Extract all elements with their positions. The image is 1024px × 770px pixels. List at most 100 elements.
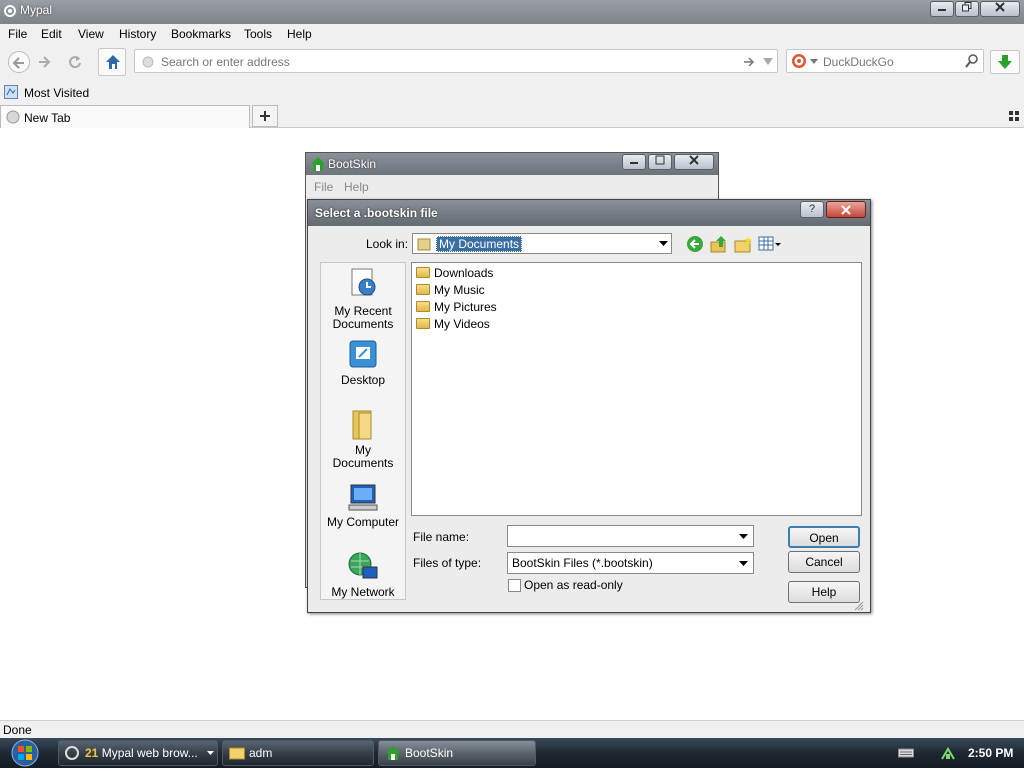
search-icon[interactable] bbox=[965, 54, 979, 68]
home-button[interactable] bbox=[98, 48, 126, 76]
resize-grip-icon[interactable] bbox=[854, 600, 864, 611]
bootskin-title-bar: BootSkin bbox=[306, 153, 718, 175]
bootskin-app-icon bbox=[386, 746, 400, 760]
bootskin-app-icon bbox=[311, 157, 325, 171]
menu-history[interactable]: History bbox=[119, 27, 156, 41]
place-my-network[interactable]: My Network bbox=[323, 551, 403, 601]
my-documents-icon bbox=[352, 410, 372, 440]
place-my-recent-documents[interactable]: My Recent Documents bbox=[323, 267, 403, 331]
list-item-my-music[interactable]: My Music bbox=[416, 282, 485, 298]
bootskin-close-button[interactable] bbox=[674, 154, 714, 170]
dialog-help-button[interactable]: ? bbox=[800, 201, 824, 218]
bootskin-title: BootSkin bbox=[328, 157, 377, 171]
close-icon bbox=[841, 205, 851, 215]
bootskin-minimize-button[interactable] bbox=[622, 154, 646, 170]
folder-icon bbox=[416, 267, 430, 278]
chevron-down-icon[interactable] bbox=[763, 58, 773, 66]
my-network-icon bbox=[348, 552, 378, 579]
pictures-folder-icon bbox=[416, 301, 430, 312]
back-button[interactable] bbox=[8, 51, 30, 73]
dialog-title: Select a .bootskin file bbox=[315, 206, 438, 220]
chevron-down-icon[interactable] bbox=[810, 59, 818, 65]
chevron-down-icon bbox=[659, 241, 668, 246]
desktop-icon bbox=[349, 340, 377, 368]
restore-button[interactable] bbox=[955, 1, 979, 17]
taskbar-item-bootskin[interactable]: BootSkin bbox=[378, 740, 536, 766]
tab-bar: New Tab bbox=[0, 104, 1024, 128]
menu-tools[interactable]: Tools bbox=[244, 27, 272, 41]
forward-button[interactable] bbox=[33, 51, 55, 73]
minimize-button[interactable] bbox=[930, 1, 954, 17]
taskbar-window-count: 21 bbox=[85, 746, 99, 760]
place-desktop[interactable]: Desktop bbox=[323, 339, 403, 389]
clock[interactable]: 2:50 PM bbox=[968, 746, 1013, 760]
most-visited-label: Most Visited bbox=[24, 86, 90, 100]
read-only-checkbox[interactable] bbox=[508, 579, 521, 592]
file-name-label: File name: bbox=[413, 530, 470, 544]
downloads-button[interactable] bbox=[990, 50, 1020, 74]
close-button[interactable] bbox=[980, 1, 1020, 17]
file-name: My Pictures bbox=[434, 300, 497, 314]
mypal-app-icon bbox=[3, 4, 17, 18]
bootskin-maximize-button[interactable] bbox=[648, 154, 672, 170]
keyboard-icon[interactable] bbox=[898, 747, 914, 759]
files-of-type-dropdown[interactable]: BootSkin Files (*.bootskin) bbox=[507, 552, 754, 574]
bootskin-menu-file[interactable]: File bbox=[314, 180, 333, 194]
file-name: My Music bbox=[434, 283, 485, 297]
list-item-downloads[interactable]: Downloads bbox=[416, 265, 493, 281]
start-button[interactable] bbox=[4, 739, 46, 767]
status-bar: Done bbox=[0, 720, 1024, 738]
up-folder-icon[interactable] bbox=[710, 235, 728, 253]
tab-label: New Tab bbox=[24, 111, 71, 125]
open-button[interactable]: Open bbox=[788, 526, 860, 548]
place-label: My Computer bbox=[326, 515, 400, 529]
search-bar[interactable]: DuckDuckGo bbox=[786, 49, 984, 73]
view-menu-icon[interactable] bbox=[758, 235, 782, 253]
tab-new-tab[interactable]: New Tab bbox=[0, 105, 250, 128]
navigation-toolbar: Search or enter address DuckDuckGo bbox=[0, 44, 1024, 82]
help-button[interactable]: Help bbox=[788, 581, 860, 603]
my-computer-icon bbox=[348, 484, 378, 511]
new-folder-icon[interactable] bbox=[734, 235, 752, 253]
folder-icon bbox=[229, 747, 245, 760]
look-in-value: My Documents bbox=[436, 236, 523, 252]
music-folder-icon bbox=[416, 284, 430, 295]
files-of-type-value: BootSkin Files (*.bootskin) bbox=[512, 556, 653, 570]
window-title: Mypal bbox=[20, 3, 53, 17]
list-item-my-pictures[interactable]: My Pictures bbox=[416, 299, 497, 315]
taskbar-item-mypal[interactable]: 21 Mypal web brow... bbox=[58, 740, 218, 766]
list-item-my-videos[interactable]: My Videos bbox=[416, 316, 490, 332]
file-list: Downloads My Music My Pictures My Videos bbox=[411, 262, 862, 516]
menu-view[interactable]: View bbox=[78, 27, 104, 41]
select-file-dialog: Select a .bootskin file ? Look in: My Do… bbox=[307, 199, 871, 613]
reload-icon[interactable] bbox=[64, 51, 86, 73]
new-tab-button[interactable] bbox=[252, 105, 278, 127]
place-label: My Documents bbox=[332, 443, 394, 470]
place-label: My Network bbox=[331, 585, 395, 599]
dialog-close-button[interactable] bbox=[826, 201, 866, 218]
home-icon bbox=[106, 55, 120, 69]
places-bar: My Recent Documents Desktop My Documents… bbox=[320, 262, 406, 600]
look-in-dropdown[interactable]: My Documents bbox=[412, 233, 672, 254]
go-arrow-icon[interactable] bbox=[743, 56, 755, 68]
taskbar-item-adm[interactable]: adm bbox=[222, 740, 374, 766]
menu-help[interactable]: Help bbox=[287, 27, 312, 41]
place-my-computer[interactable]: My Computer bbox=[323, 481, 403, 531]
menu-bookmarks[interactable]: Bookmarks bbox=[171, 27, 231, 41]
menu-file[interactable]: File bbox=[8, 27, 27, 41]
chevron-down-icon bbox=[739, 561, 748, 566]
menu-edit[interactable]: Edit bbox=[41, 27, 62, 41]
back-arrow-icon[interactable] bbox=[686, 235, 704, 253]
place-label: My Recent Documents bbox=[332, 304, 394, 331]
taskbar: 21 Mypal web brow... adm BootSkin 2:50 P… bbox=[0, 738, 1024, 768]
address-bar[interactable]: Search or enter address bbox=[134, 49, 778, 73]
cancel-button[interactable]: Cancel bbox=[788, 551, 860, 573]
tab-list-icon[interactable] bbox=[1008, 110, 1020, 122]
network-icon[interactable] bbox=[940, 745, 956, 761]
place-my-documents[interactable]: My Documents bbox=[323, 409, 403, 470]
place-label: Desktop bbox=[340, 373, 386, 387]
taskbar-item-label: BootSkin bbox=[405, 746, 454, 760]
file-name-input[interactable] bbox=[507, 525, 754, 547]
bootskin-menu-help[interactable]: Help bbox=[344, 180, 369, 194]
dialog-title-bar: Select a .bootskin file ? bbox=[308, 200, 870, 226]
